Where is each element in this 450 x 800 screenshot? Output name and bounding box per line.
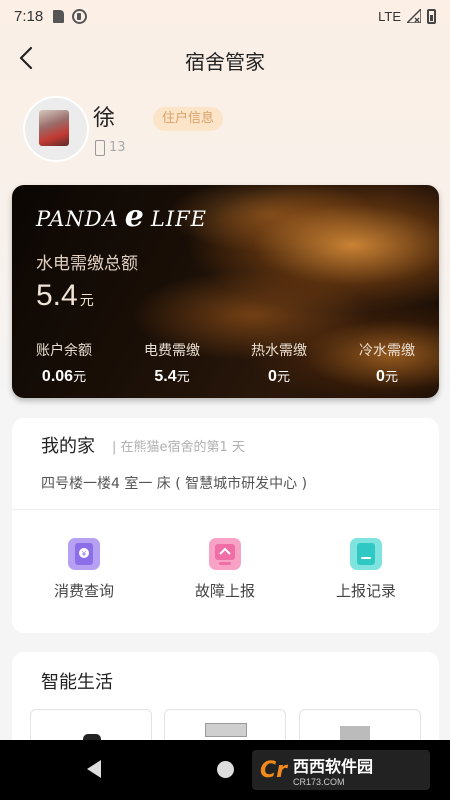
stat-value: 5.4元 (122, 366, 222, 386)
stat-cold-water-due: 冷水需缴 0元 (337, 340, 437, 386)
nav-back-icon[interactable] (87, 760, 101, 778)
action-label: 消费查询 (53, 582, 114, 600)
sd-card-icon (53, 9, 65, 23)
logo-text-e: e (124, 199, 145, 234)
fault-report-button[interactable]: 故障上报 (165, 538, 285, 601)
header: 宿舍管家 (0, 38, 450, 78)
stat-unit: 元 (176, 369, 190, 384)
avatar-photo (39, 110, 69, 146)
panda-e-life-logo: PANDA e LIFE (36, 199, 207, 234)
profile-section: 徐 住户信息 13 (23, 96, 433, 168)
stat-unit: 元 (276, 369, 290, 384)
watermark: Cr 西西软件园 CR173.COM (252, 750, 430, 790)
stat-label: 热水需缴 (251, 343, 307, 359)
stat-value: 0.06元 (14, 366, 114, 386)
report-record-icon (350, 538, 382, 570)
network-type: LTE (378, 8, 401, 24)
my-home-subtitle: | 在熊猫e宿舍的第1 天 (112, 440, 245, 455)
stat-value: 0元 (229, 366, 329, 386)
user-name: 徐 (93, 106, 116, 131)
stat-amount: 0 (376, 368, 385, 385)
my-home-title: 我的家 (41, 436, 95, 457)
signal-icon (407, 9, 421, 23)
purchase-query-button[interactable]: ¥ 消费查询 (24, 538, 144, 601)
watermark-main: 西西软件园 (293, 757, 374, 776)
action-label: 故障上报 (194, 582, 255, 600)
stat-amount: 0 (268, 368, 277, 385)
stat-label: 账户余额 (36, 343, 92, 359)
resident-info-button[interactable]: 住户信息 (153, 107, 224, 131)
nav-home-icon[interactable] (217, 761, 234, 778)
stat-account-balance: 账户余额 0.06元 (14, 340, 114, 386)
watermark-text: 西西软件园 CR173.COM (293, 753, 373, 787)
total-due-amount: 5.4 (36, 279, 78, 312)
stat-hot-water-due: 热水需缴 0元 (229, 340, 329, 386)
total-due-value: 5.4 元 (36, 279, 94, 313)
stat-value: 0元 (337, 366, 437, 386)
app-notification-icon (72, 8, 88, 24)
page-title: 宿舍管家 (185, 50, 265, 74)
purchase-query-icon: ¥ (68, 538, 100, 570)
logo-text-right: LIFE (150, 207, 207, 231)
total-due-label: 水电需缴总额 (36, 254, 138, 274)
report-record-button[interactable]: 上报记录 (306, 538, 426, 601)
stat-unit: 元 (73, 369, 87, 384)
total-due-unit: 元 (79, 292, 94, 308)
fault-report-icon (209, 538, 241, 570)
my-home-panel: 我的家 | 在熊猫e宿舍的第1 天 四号楼一楼4 室一 床 ( 智慧城市研发中心… (12, 418, 439, 633)
stat-electricity-due: 电费需缴 5.4元 (122, 340, 222, 386)
stat-unit: 元 (384, 369, 398, 384)
phone-icon (95, 140, 105, 156)
appliance-icon (205, 723, 247, 737)
status-bar: 7:18 LTE (0, 0, 450, 32)
status-right: LTE (378, 8, 436, 24)
stat-amount: 0.06 (41, 368, 74, 385)
stat-amount: 5.4 (154, 368, 177, 385)
user-phone: 13 (109, 140, 126, 155)
action-label: 上报记录 (335, 582, 396, 600)
stat-label: 冷水需缴 (359, 343, 415, 359)
battery-icon (427, 8, 436, 24)
home-address: 四号楼一楼4 室一 床 ( 智慧城市研发中心 ) (41, 476, 308, 492)
svg-text:¥: ¥ (82, 550, 87, 558)
status-time: 7:18 (14, 7, 44, 25)
logo-text-left: PANDA (36, 207, 119, 231)
watermark-sub: CR173.COM (293, 777, 345, 787)
avatar[interactable] (23, 96, 89, 162)
divider (12, 509, 439, 510)
utility-balance-card[interactable]: PANDA e LIFE 水电需缴总额 5.4 元 账户余额 0.06元 电费需缴 5… (12, 185, 439, 398)
stat-label: 电费需缴 (144, 343, 200, 359)
watermark-logo: Cr (260, 757, 287, 783)
smart-life-title: 智能生活 (41, 672, 113, 693)
